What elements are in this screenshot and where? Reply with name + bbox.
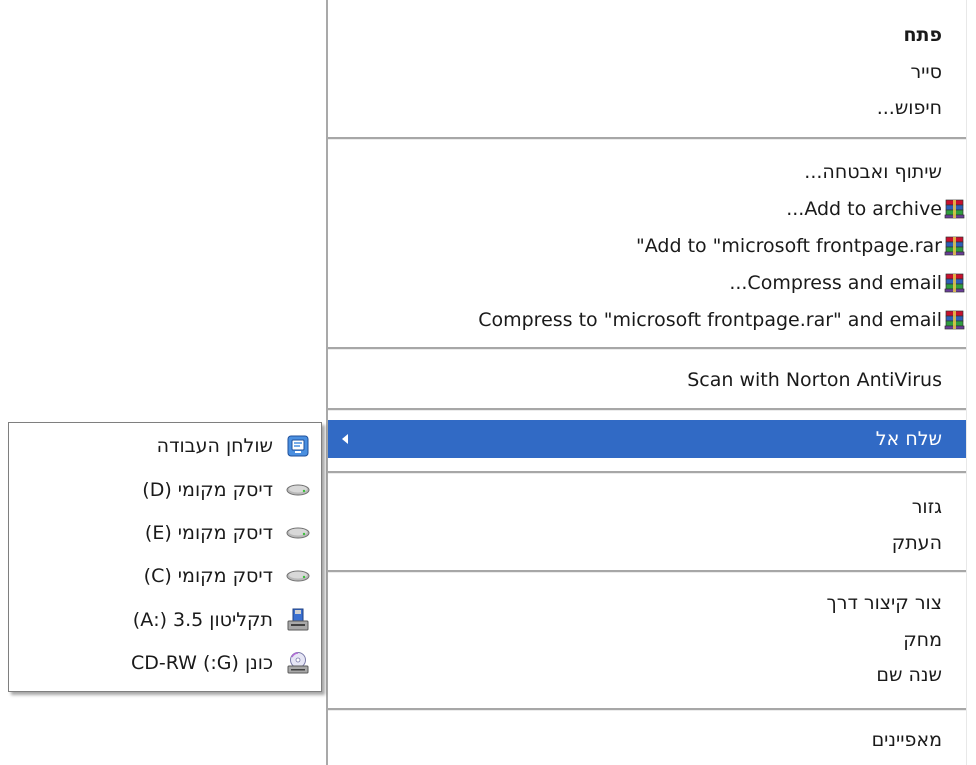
hard-disk-icon <box>285 564 311 588</box>
send-to-cdrw-label: כונן CD-RW (:G) <box>130 651 273 674</box>
menu-item-copy-label: העתק <box>891 532 942 554</box>
send-to-floppy[interactable]: תקליטון 3.5 (:A) <box>9 601 321 638</box>
menu-item-add-to-rar-label: "Add to "microsoft frontpage.rar <box>636 235 942 257</box>
menu-item-delete-label: מחק <box>903 629 942 651</box>
send-to-disk-e-label: דיסק מקומי (E) <box>144 521 273 544</box>
send-to-disk-d[interactable]: דיסק מקומי (D) <box>9 471 321 508</box>
menu-item-compress-to-rar-email-label: Compress to "microsoft frontpage.rar" an… <box>478 309 942 331</box>
menu-separator <box>328 137 966 140</box>
menu-item-properties-label: מאפיינים <box>871 729 942 751</box>
menu-item-rename-label: שנה שם <box>876 664 942 686</box>
winrar-icon <box>942 271 966 295</box>
send-to-submenu: שולחן העבודה דיסק מקומי (D) דיסק מקומי (… <box>8 422 322 692</box>
desktop-icon <box>285 434 311 458</box>
menu-item-add-to-archive-label: ...Add to archive <box>786 198 942 220</box>
menu-item-scan-norton[interactable]: Scan with Norton AntiVirus <box>328 361 966 399</box>
menu-item-scan-norton-label: Scan with Norton AntiVirus <box>687 369 942 391</box>
winrar-icon <box>942 234 966 258</box>
send-to-disk-c-label: דיסק מקומי (C) <box>143 564 273 587</box>
menu-item-search-label: חיפוש... <box>876 97 942 119</box>
hard-disk-icon <box>285 478 311 502</box>
hard-disk-icon <box>285 521 311 545</box>
send-to-disk-c[interactable]: דיסק מקומי (C) <box>9 557 321 594</box>
menu-item-send-to[interactable]: שלח אל <box>328 420 966 458</box>
menu-item-explore-label: סייר <box>910 61 942 83</box>
menu-item-open-label: פתח <box>903 24 942 46</box>
menu-item-create-shortcut-label: צור קיצור דרך <box>826 592 942 614</box>
menu-item-sharing-security[interactable]: שיתוף ואבטחה... <box>328 153 966 191</box>
menu-item-properties[interactable]: מאפיינים <box>328 721 966 759</box>
menu-item-delete[interactable]: מחק <box>328 621 966 659</box>
menu-item-explore[interactable]: סייר <box>328 53 966 91</box>
menu-item-add-to-rar[interactable]: "Add to "microsoft frontpage.rar <box>328 227 966 265</box>
menu-item-rename[interactable]: שנה שם <box>328 656 966 694</box>
menu-separator <box>328 570 966 573</box>
context-menu: פתח סייר חיפוש... שיתוף ואבטחה... ...Add <box>326 0 967 765</box>
menu-item-cut[interactable]: גזור <box>328 488 966 526</box>
menu-separator <box>328 708 966 711</box>
menu-item-send-to-label: שלח אל <box>875 428 942 450</box>
menu-item-compress-email[interactable]: ...Compress and email <box>328 264 966 302</box>
send-to-disk-e[interactable]: דיסק מקומי (E) <box>9 514 321 551</box>
menu-item-add-to-archive[interactable]: ...Add to archive <box>328 190 966 228</box>
send-to-disk-d-label: דיסק מקומי (D) <box>142 478 273 501</box>
menu-item-search[interactable]: חיפוש... <box>328 89 966 127</box>
menu-separator <box>328 408 966 411</box>
menu-item-cut-label: גזור <box>911 496 942 518</box>
menu-item-sharing-security-label: שיתוף ואבטחה... <box>804 161 942 183</box>
winrar-icon <box>942 197 966 221</box>
menu-item-compress-to-rar-email[interactable]: Compress to "microsoft frontpage.rar" an… <box>328 301 966 339</box>
menu-item-open[interactable]: פתח <box>328 16 966 54</box>
menu-item-create-shortcut[interactable]: צור קיצור דרך <box>328 584 966 622</box>
cd-drive-icon <box>285 651 311 675</box>
menu-item-copy[interactable]: העתק <box>328 524 966 562</box>
menu-separator <box>328 471 966 474</box>
floppy-drive-icon <box>285 608 311 632</box>
submenu-arrow-icon <box>342 434 348 444</box>
menu-separator <box>328 347 966 350</box>
winrar-icon <box>942 308 966 332</box>
menu-item-compress-email-label: ...Compress and email <box>729 272 942 294</box>
send-to-cdrw[interactable]: כונן CD-RW (:G) <box>9 644 321 681</box>
send-to-floppy-label: תקליטון 3.5 (:A) <box>132 608 273 631</box>
send-to-desktop[interactable]: שולחן העבודה <box>9 427 321 464</box>
desktop-background: פתח סייר חיפוש... שיתוף ואבטחה... ...Add <box>0 0 976 765</box>
send-to-desktop-label: שולחן העבודה <box>156 434 273 457</box>
